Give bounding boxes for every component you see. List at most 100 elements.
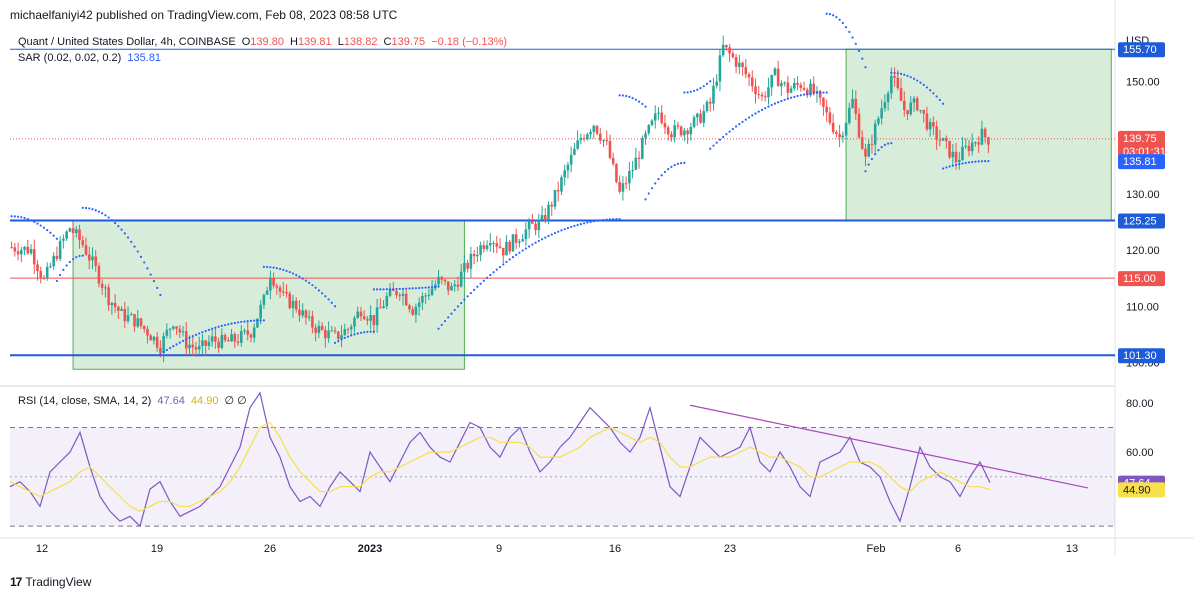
sar-dot — [663, 170, 667, 174]
sar-dot — [521, 249, 524, 252]
candle-body — [534, 223, 537, 231]
candle-body — [382, 306, 385, 309]
candle-body — [822, 97, 825, 107]
sar-dot — [340, 338, 343, 341]
sar-dot — [511, 256, 515, 259]
high-label: H — [290, 36, 298, 48]
sar-dot — [330, 301, 333, 304]
candle-body — [84, 245, 88, 255]
sar-dot — [317, 289, 320, 292]
sar-dot — [434, 285, 437, 288]
candle-body — [214, 336, 217, 342]
candle-body — [317, 325, 321, 333]
sar-dot — [55, 279, 58, 283]
candle-body — [152, 336, 156, 341]
candle-body — [291, 300, 295, 309]
sar-dot — [39, 224, 42, 227]
sar-dot — [780, 99, 783, 103]
candle-body — [210, 336, 214, 342]
time-tick-label: Feb — [867, 543, 886, 555]
sar-dot — [576, 223, 579, 227]
candle-body — [87, 254, 91, 261]
candle-body — [333, 330, 337, 332]
sar-dot — [932, 92, 935, 95]
sar-dot — [802, 93, 806, 96]
candle-body — [104, 287, 107, 289]
chart-canvas[interactable]: USD100.00110.00120.00130.00150.00155.701… — [0, 0, 1194, 597]
sar-dot — [864, 170, 867, 173]
candle-body — [750, 77, 754, 87]
candle-body — [307, 316, 311, 318]
sar-dot — [266, 265, 269, 269]
candle-body — [58, 240, 62, 259]
sar-dot — [595, 219, 599, 222]
symbol-title: Quant / United States Dollar, 4h, COINBA… — [18, 36, 236, 48]
sar-dot — [942, 102, 945, 105]
sar-dot — [414, 287, 418, 290]
sar-dot — [838, 18, 841, 21]
candle-body — [123, 308, 127, 322]
price-label: 135.81 — [1123, 156, 1157, 168]
candle-body — [812, 83, 816, 93]
candle-body — [476, 254, 479, 257]
candle-body — [120, 308, 123, 311]
sar-dot — [388, 288, 392, 291]
sar-dot — [427, 286, 430, 289]
sar-dot — [168, 346, 172, 350]
sar-dot — [172, 345, 175, 348]
candle-body — [450, 286, 453, 291]
tradingview-watermark[interactable]: 17 TradingView — [10, 575, 91, 589]
sar-dot — [621, 94, 625, 97]
sar-dot — [692, 89, 696, 93]
candle-body — [957, 159, 961, 163]
sar-dot — [136, 250, 139, 253]
sar-dot — [770, 103, 773, 107]
candle-body — [479, 245, 482, 255]
candle-body — [543, 215, 547, 221]
sar-dot — [557, 230, 560, 233]
candle-body — [395, 290, 398, 296]
sar-dot — [375, 288, 379, 291]
high-value: 139.81 — [297, 36, 332, 48]
time-tick-label: 19 — [151, 543, 163, 555]
candle-body — [414, 306, 418, 315]
time-tick-label: 2023 — [358, 543, 382, 555]
candle-body — [411, 309, 414, 315]
sar-dot — [120, 228, 123, 231]
candle-body — [738, 62, 741, 67]
candle-body — [799, 84, 803, 88]
sar-dot — [534, 241, 537, 244]
sar-dot — [460, 301, 463, 305]
candle-body — [204, 340, 207, 346]
sar-dot — [592, 220, 595, 223]
candle-body — [867, 143, 871, 157]
candle-body — [42, 277, 46, 279]
tradingview-logo-icon: 17 — [10, 575, 22, 589]
candle-body — [747, 74, 751, 78]
sar-dot — [618, 94, 621, 97]
sar-dot — [485, 276, 489, 279]
sar-dot — [466, 295, 469, 298]
sar-dot — [385, 288, 388, 291]
sar-dot — [78, 254, 81, 258]
candle-body — [49, 266, 52, 268]
candle-body — [469, 253, 473, 269]
sar-dot — [159, 352, 162, 356]
candle-body — [696, 113, 699, 118]
sar-dot — [612, 218, 615, 221]
rsi-pane — [9, 391, 1115, 528]
sar-dot — [159, 293, 162, 297]
candle-body — [421, 296, 424, 303]
candle-body — [223, 334, 227, 341]
candle-body — [91, 256, 94, 261]
candle-body — [586, 134, 589, 140]
candle-body — [217, 341, 220, 348]
candle-body — [246, 330, 250, 335]
sar-dot — [495, 268, 498, 271]
candle-body — [126, 315, 130, 322]
sar-dot — [405, 287, 408, 290]
sar-dot — [49, 231, 52, 234]
low-value: 138.82 — [343, 36, 378, 48]
candle-body — [725, 44, 728, 48]
sar-dot — [589, 220, 592, 223]
